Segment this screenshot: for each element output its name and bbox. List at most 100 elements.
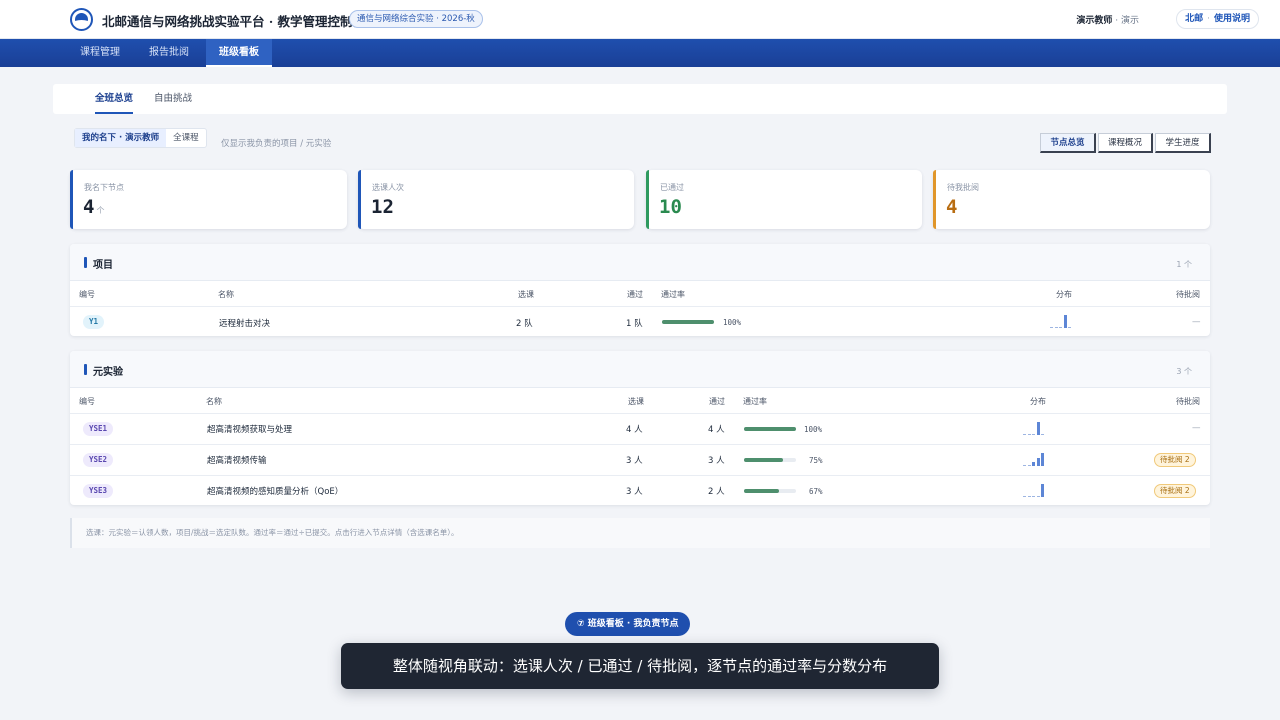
distribution-bar <box>1032 496 1035 497</box>
stat-accent-bar <box>933 170 936 229</box>
pending-value: — <box>1192 423 1201 433</box>
scope-mine-button[interactable]: 我的名下 · 演示教师 <box>75 129 167 147</box>
code-pill: Y1 <box>83 315 105 329</box>
stat-value: 4 <box>946 196 957 218</box>
distribution-bar <box>1036 458 1040 466</box>
panel-count: 1 个 <box>1176 260 1192 269</box>
nav-tab-course-management[interactable]: 课程管理 <box>66 39 134 67</box>
distribution-bar <box>1036 496 1040 497</box>
scope-all-button[interactable]: 全课程 <box>166 129 206 147</box>
distribution-bar <box>1032 462 1035 466</box>
distribution-bar <box>1023 496 1026 497</box>
nav-tab-class-board[interactable]: 班级看板 <box>206 39 272 67</box>
tab-class-overview[interactable]: 全班总览 <box>95 84 134 114</box>
row-enrolled: 3 人 <box>626 487 643 497</box>
nav-tab-report-review[interactable]: 报告批阅 <box>136 39 202 67</box>
row-passed: 1 队 <box>626 319 643 329</box>
pass-rate-fill <box>744 458 783 462</box>
distribution-bar <box>1023 465 1026 466</box>
pending-review-badge[interactable]: 待批阅 2 <box>1154 453 1196 467</box>
column-header-enrolled: 选课 <box>518 290 534 299</box>
stat-number: 12 <box>371 196 394 218</box>
stat-label: 待我批阅 <box>947 183 979 192</box>
code-pill: YSE1 <box>83 422 114 436</box>
pass-rate-fill <box>662 320 714 324</box>
panel-count: 3 个 <box>1176 367 1192 376</box>
row-divider <box>70 413 1210 414</box>
pass-rate-text: 100% <box>804 425 823 434</box>
org-label[interactable]: 北邮 <box>1185 14 1203 24</box>
distribution-bar <box>1023 434 1026 435</box>
row-passed: 3 人 <box>708 456 725 466</box>
help-link[interactable]: 使用说明 <box>1214 14 1250 24</box>
table-footnote: 选课：元实验＝认领人数，项目/挑战＝选定队数。通过率＝通过÷已提交。点击行进入节… <box>70 518 1210 548</box>
app-title: 北邮通信与网络挑战实验平台 · 教学管理控制台 <box>102 14 366 29</box>
university-logo-icon <box>70 8 93 31</box>
stat-label: 已通过 <box>660 183 684 192</box>
column-header-code: 编号 <box>79 397 95 406</box>
code-pill: YSE2 <box>83 453 114 467</box>
user-role: · 演示 <box>1115 16 1139 26</box>
column-header-distribution: 分布 <box>1056 290 1072 299</box>
pending-review-badge[interactable]: 待批阅 2 <box>1154 484 1196 498</box>
distribution-bar <box>1041 434 1044 435</box>
meta-experiments-panel: 元实验 3 个 编号 名称 选课 通过 通过率 分布 待批阅 YSE1 超高清视… <box>70 351 1210 505</box>
sub-tabs: 全班总览 自由挑战 <box>53 84 1227 114</box>
distribution-bar <box>1027 434 1031 435</box>
column-header-distribution: 分布 <box>1030 397 1046 406</box>
column-header-pass-rate: 通过率 <box>661 290 685 299</box>
scope-toggle: 我的名下 · 演示教师 全课程 <box>74 128 207 148</box>
distribution-bar <box>1032 434 1035 435</box>
pass-rate-track <box>744 458 796 462</box>
top-header: 北邮通信与网络挑战实验平台 · 教学管理控制台 通信与网络综合实验 · 2026… <box>0 0 1280 39</box>
view-node-overview-button[interactable]: 节点总览 <box>1040 133 1096 153</box>
pass-rate-text: 67% <box>809 487 823 496</box>
panel-header <box>70 351 1210 388</box>
stat-value: 4个 <box>83 196 104 218</box>
stat-card-enrollments: 选课人次 12 <box>358 170 634 229</box>
view-student-progress-button[interactable]: 学生进度 <box>1155 133 1211 153</box>
score-distribution <box>1023 452 1047 466</box>
stat-label: 选课人次 <box>372 183 404 192</box>
panel-header <box>70 244 1210 281</box>
column-header-pending: 待批阅 <box>1176 290 1200 299</box>
distribution-bar <box>1041 484 1044 497</box>
stat-card-pending-review: 待我批阅 4 <box>933 170 1210 229</box>
org-help-button[interactable]: 北邮 · 使用说明 <box>1176 9 1259 29</box>
tab-free-challenge[interactable]: 自由挑战 <box>154 84 192 114</box>
section-marker <box>84 257 87 268</box>
row-name: 远程射击对决 <box>219 319 271 329</box>
stat-card-passed: 已通过 10 <box>646 170 922 229</box>
row-name: 超高清视频获取与处理 <box>207 425 293 435</box>
distribution-bar <box>1027 465 1031 466</box>
row-divider <box>70 306 1210 307</box>
stat-value: 10 <box>659 196 682 218</box>
column-header-passed: 通过 <box>709 397 725 406</box>
distribution-bar <box>1050 327 1053 328</box>
panel-title: 元实验 <box>93 367 123 378</box>
stat-accent-bar <box>358 170 361 229</box>
stat-accent-bar <box>646 170 649 229</box>
course-badge[interactable]: 通信与网络综合实验 · 2026-秋 <box>349 10 483 28</box>
stat-card-my-nodes: 我名下节点 4个 <box>70 170 347 229</box>
pending-value: — <box>1192 317 1201 327</box>
main-nav: 课程管理 报告批阅 班级看板 <box>0 39 1280 67</box>
score-distribution <box>1023 421 1047 435</box>
distribution-bar <box>1063 315 1067 328</box>
panel-title: 项目 <box>93 260 113 271</box>
pass-rate-text: 100% <box>723 318 742 327</box>
distribution-bar <box>1041 453 1044 466</box>
user-name: 演示教师 <box>1076 16 1113 26</box>
pass-rate-fill <box>744 489 779 493</box>
distribution-bar <box>1036 422 1040 435</box>
score-distribution <box>1050 314 1074 328</box>
stat-label: 我名下节点 <box>84 183 124 192</box>
column-header-name: 名称 <box>218 290 234 299</box>
stat-value: 12 <box>371 196 394 218</box>
row-name: 超高清视频的感知质量分析（QoE） <box>207 487 344 497</box>
step-badge: ⑦ 班级看板 · 我负责节点 <box>565 612 691 636</box>
view-course-summary-button[interactable]: 课程概况 <box>1098 133 1153 153</box>
distribution-bar <box>1059 327 1062 328</box>
caption-banner: 整体随视角联动：选课人次 / 已通过 / 待批阅，逐节点的通过率与分数分布 <box>341 643 939 689</box>
distribution-bar <box>1054 327 1058 328</box>
